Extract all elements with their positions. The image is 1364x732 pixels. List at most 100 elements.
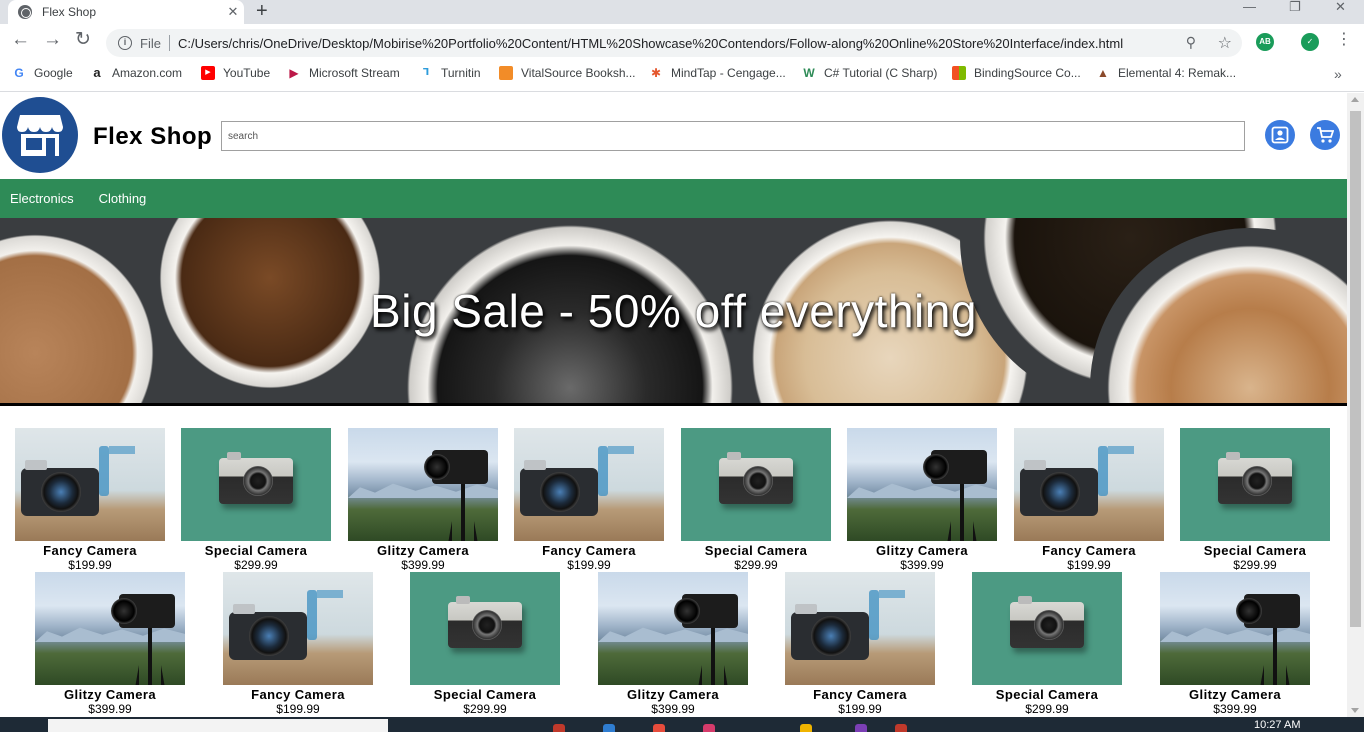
scrollbar-thumb[interactable] <box>1350 111 1361 627</box>
menu-kebab-icon[interactable]: ⋮ <box>1336 30 1352 50</box>
app-icon[interactable] <box>653 724 665 732</box>
app-icon[interactable] <box>855 724 867 732</box>
product-image[interactable] <box>514 428 664 541</box>
product-card[interactable]: Fancy Camera $199.99 <box>15 428 165 572</box>
bookmark-amazon[interactable]: a Amazon.com <box>90 66 182 81</box>
product-image[interactable] <box>223 572 373 685</box>
bookmark-vitalsource[interactable]: VitalSource Booksh... <box>499 66 636 80</box>
product-name[interactable]: Glitzy Camera <box>35 687 185 702</box>
product-name[interactable]: Fancy Camera <box>514 543 664 558</box>
bookmark-google[interactable]: G Google <box>12 66 72 80</box>
product-name[interactable]: Fancy Camera <box>1014 543 1164 558</box>
reload-icon[interactable]: ↻ <box>75 30 91 50</box>
product-image[interactable] <box>181 428 331 541</box>
product-card[interactable]: Glitzy Camera $399.99 <box>847 428 997 572</box>
product-card[interactable]: Fancy Camera $199.99 <box>514 428 664 572</box>
product-name[interactable]: Glitzy Camera <box>847 543 997 558</box>
nav-clothing[interactable]: Clothing <box>99 191 147 206</box>
address-bar[interactable]: i File C:/Users/chris/OneDrive/Desktop/M… <box>106 29 1242 57</box>
product-card[interactable]: Glitzy Camera $399.99 <box>348 428 498 572</box>
page-scrollbar[interactable] <box>1347 93 1364 717</box>
product-card[interactable]: Fancy Camera $199.99 <box>223 572 373 716</box>
app-icon[interactable] <box>703 724 715 732</box>
taskbar-search[interactable] <box>48 719 388 732</box>
stream-icon: ▶ <box>289 66 299 80</box>
scroll-down-arrow-icon[interactable] <box>1351 708 1359 713</box>
new-tab-button[interactable]: + <box>256 0 268 22</box>
sale-banner: Big Sale - 50% off everything <box>0 218 1347 406</box>
scroll-up-arrow-icon[interactable] <box>1351 97 1359 102</box>
browser-tab[interactable]: Flex Shop ✕ <box>8 0 244 24</box>
product-card[interactable]: Special Camera $299.99 <box>410 572 560 716</box>
product-image[interactable] <box>972 572 1122 685</box>
bookmark-youtube[interactable]: ▶ YouTube <box>201 66 270 80</box>
product-image[interactable] <box>847 428 997 541</box>
app-icon[interactable] <box>603 724 615 732</box>
info-icon[interactable]: i <box>118 36 132 50</box>
tab-close-button[interactable]: ✕ <box>222 4 244 20</box>
product-name[interactable]: Special Camera <box>1180 543 1330 558</box>
product-name[interactable]: Fancy Camera <box>15 543 165 558</box>
search-input[interactable] <box>221 121 1245 151</box>
bookmark-label: BindingSource Co... <box>974 66 1081 80</box>
product-price: $299.99 <box>463 702 507 716</box>
product-image[interactable] <box>410 572 560 685</box>
product-card[interactable]: Special Camera $299.99 <box>681 428 831 572</box>
shield-check-icon[interactable]: ✓ <box>1301 33 1319 51</box>
product-image[interactable] <box>15 428 165 541</box>
product-card[interactable]: Special Camera $299.99 <box>181 428 331 572</box>
bookmark-label: Microsoft Stream <box>309 66 400 80</box>
product-name[interactable]: Fancy Camera <box>785 687 935 702</box>
product-card[interactable]: Fancy Camera $199.99 <box>1014 428 1164 572</box>
cart-button[interactable] <box>1310 120 1340 150</box>
bookmark-csharp-tutorial[interactable]: W C# Tutorial (C Sharp) <box>802 66 937 80</box>
product-image[interactable] <box>348 428 498 541</box>
bookmark-bindingsource[interactable]: BindingSource Co... <box>952 66 1081 80</box>
bookmark-elemental[interactable]: ▲ Elemental 4: Remak... <box>1096 66 1236 80</box>
close-window-button[interactable]: ✕ <box>1335 0 1346 14</box>
product-image[interactable] <box>1180 428 1330 541</box>
product-image[interactable] <box>35 572 185 685</box>
more-bookmarks-chevron-icon[interactable]: » <box>1334 66 1342 82</box>
url-text[interactable]: C:/Users/chris/OneDrive/Desktop/Mobirise… <box>178 36 1174 51</box>
product-image[interactable] <box>598 572 748 685</box>
file-label: File <box>140 35 161 51</box>
bookmark-label: Elemental 4: Remak... <box>1118 66 1237 80</box>
forward-arrow-icon[interactable]: → <box>43 30 62 50</box>
page-viewport: Flex Shop Electronics Clothing Big Sa <box>0 93 1347 717</box>
extension-ab-icon[interactable]: AB <box>1256 33 1274 51</box>
product-name[interactable]: Glitzy Camera <box>598 687 748 702</box>
product-image[interactable] <box>681 428 831 541</box>
store-logo[interactable] <box>2 97 78 173</box>
product-card[interactable]: Glitzy Camera $399.99 <box>35 572 185 716</box>
product-card[interactable]: Special Camera $299.99 <box>972 572 1122 716</box>
product-name[interactable]: Glitzy Camera <box>348 543 498 558</box>
back-arrow-icon[interactable]: ← <box>11 30 30 50</box>
app-icon[interactable] <box>553 724 565 732</box>
account-button[interactable] <box>1265 120 1295 150</box>
product-card[interactable]: Glitzy Camera $399.99 <box>1160 572 1310 716</box>
site-header: Flex Shop <box>0 93 1347 179</box>
bookmark-microsoft-stream[interactable]: ▶ Microsoft Stream <box>287 66 400 80</box>
product-name[interactable]: Special Camera <box>681 543 831 558</box>
product-image[interactable] <box>785 572 935 685</box>
product-name[interactable]: Glitzy Camera <box>1160 687 1310 702</box>
product-name[interactable]: Fancy Camera <box>223 687 373 702</box>
maximize-button[interactable]: ❐ <box>1289 0 1301 14</box>
product-name[interactable]: Special Camera <box>972 687 1122 702</box>
app-icon[interactable] <box>895 724 907 732</box>
folder-icon[interactable] <box>800 724 812 732</box>
product-card[interactable]: Glitzy Camera $399.99 <box>598 572 748 716</box>
minimize-button[interactable]: — <box>1243 0 1256 14</box>
bookmark-star-icon[interactable]: ☆ <box>1218 33 1232 53</box>
product-name[interactable]: Special Camera <box>410 687 560 702</box>
product-name[interactable]: Special Camera <box>181 543 331 558</box>
bookmark-turnitin[interactable]: Ꞁ Turnitin <box>419 66 481 80</box>
product-image[interactable] <box>1014 428 1164 541</box>
product-image[interactable] <box>1160 572 1310 685</box>
zoom-icon[interactable]: ⚲ <box>1186 34 1196 51</box>
bookmark-mindtap[interactable]: ✱ MindTap - Cengage... <box>649 66 786 80</box>
nav-electronics[interactable]: Electronics <box>10 191 74 206</box>
product-card[interactable]: Fancy Camera $199.99 <box>785 572 935 716</box>
product-card[interactable]: Special Camera $299.99 <box>1180 428 1330 572</box>
